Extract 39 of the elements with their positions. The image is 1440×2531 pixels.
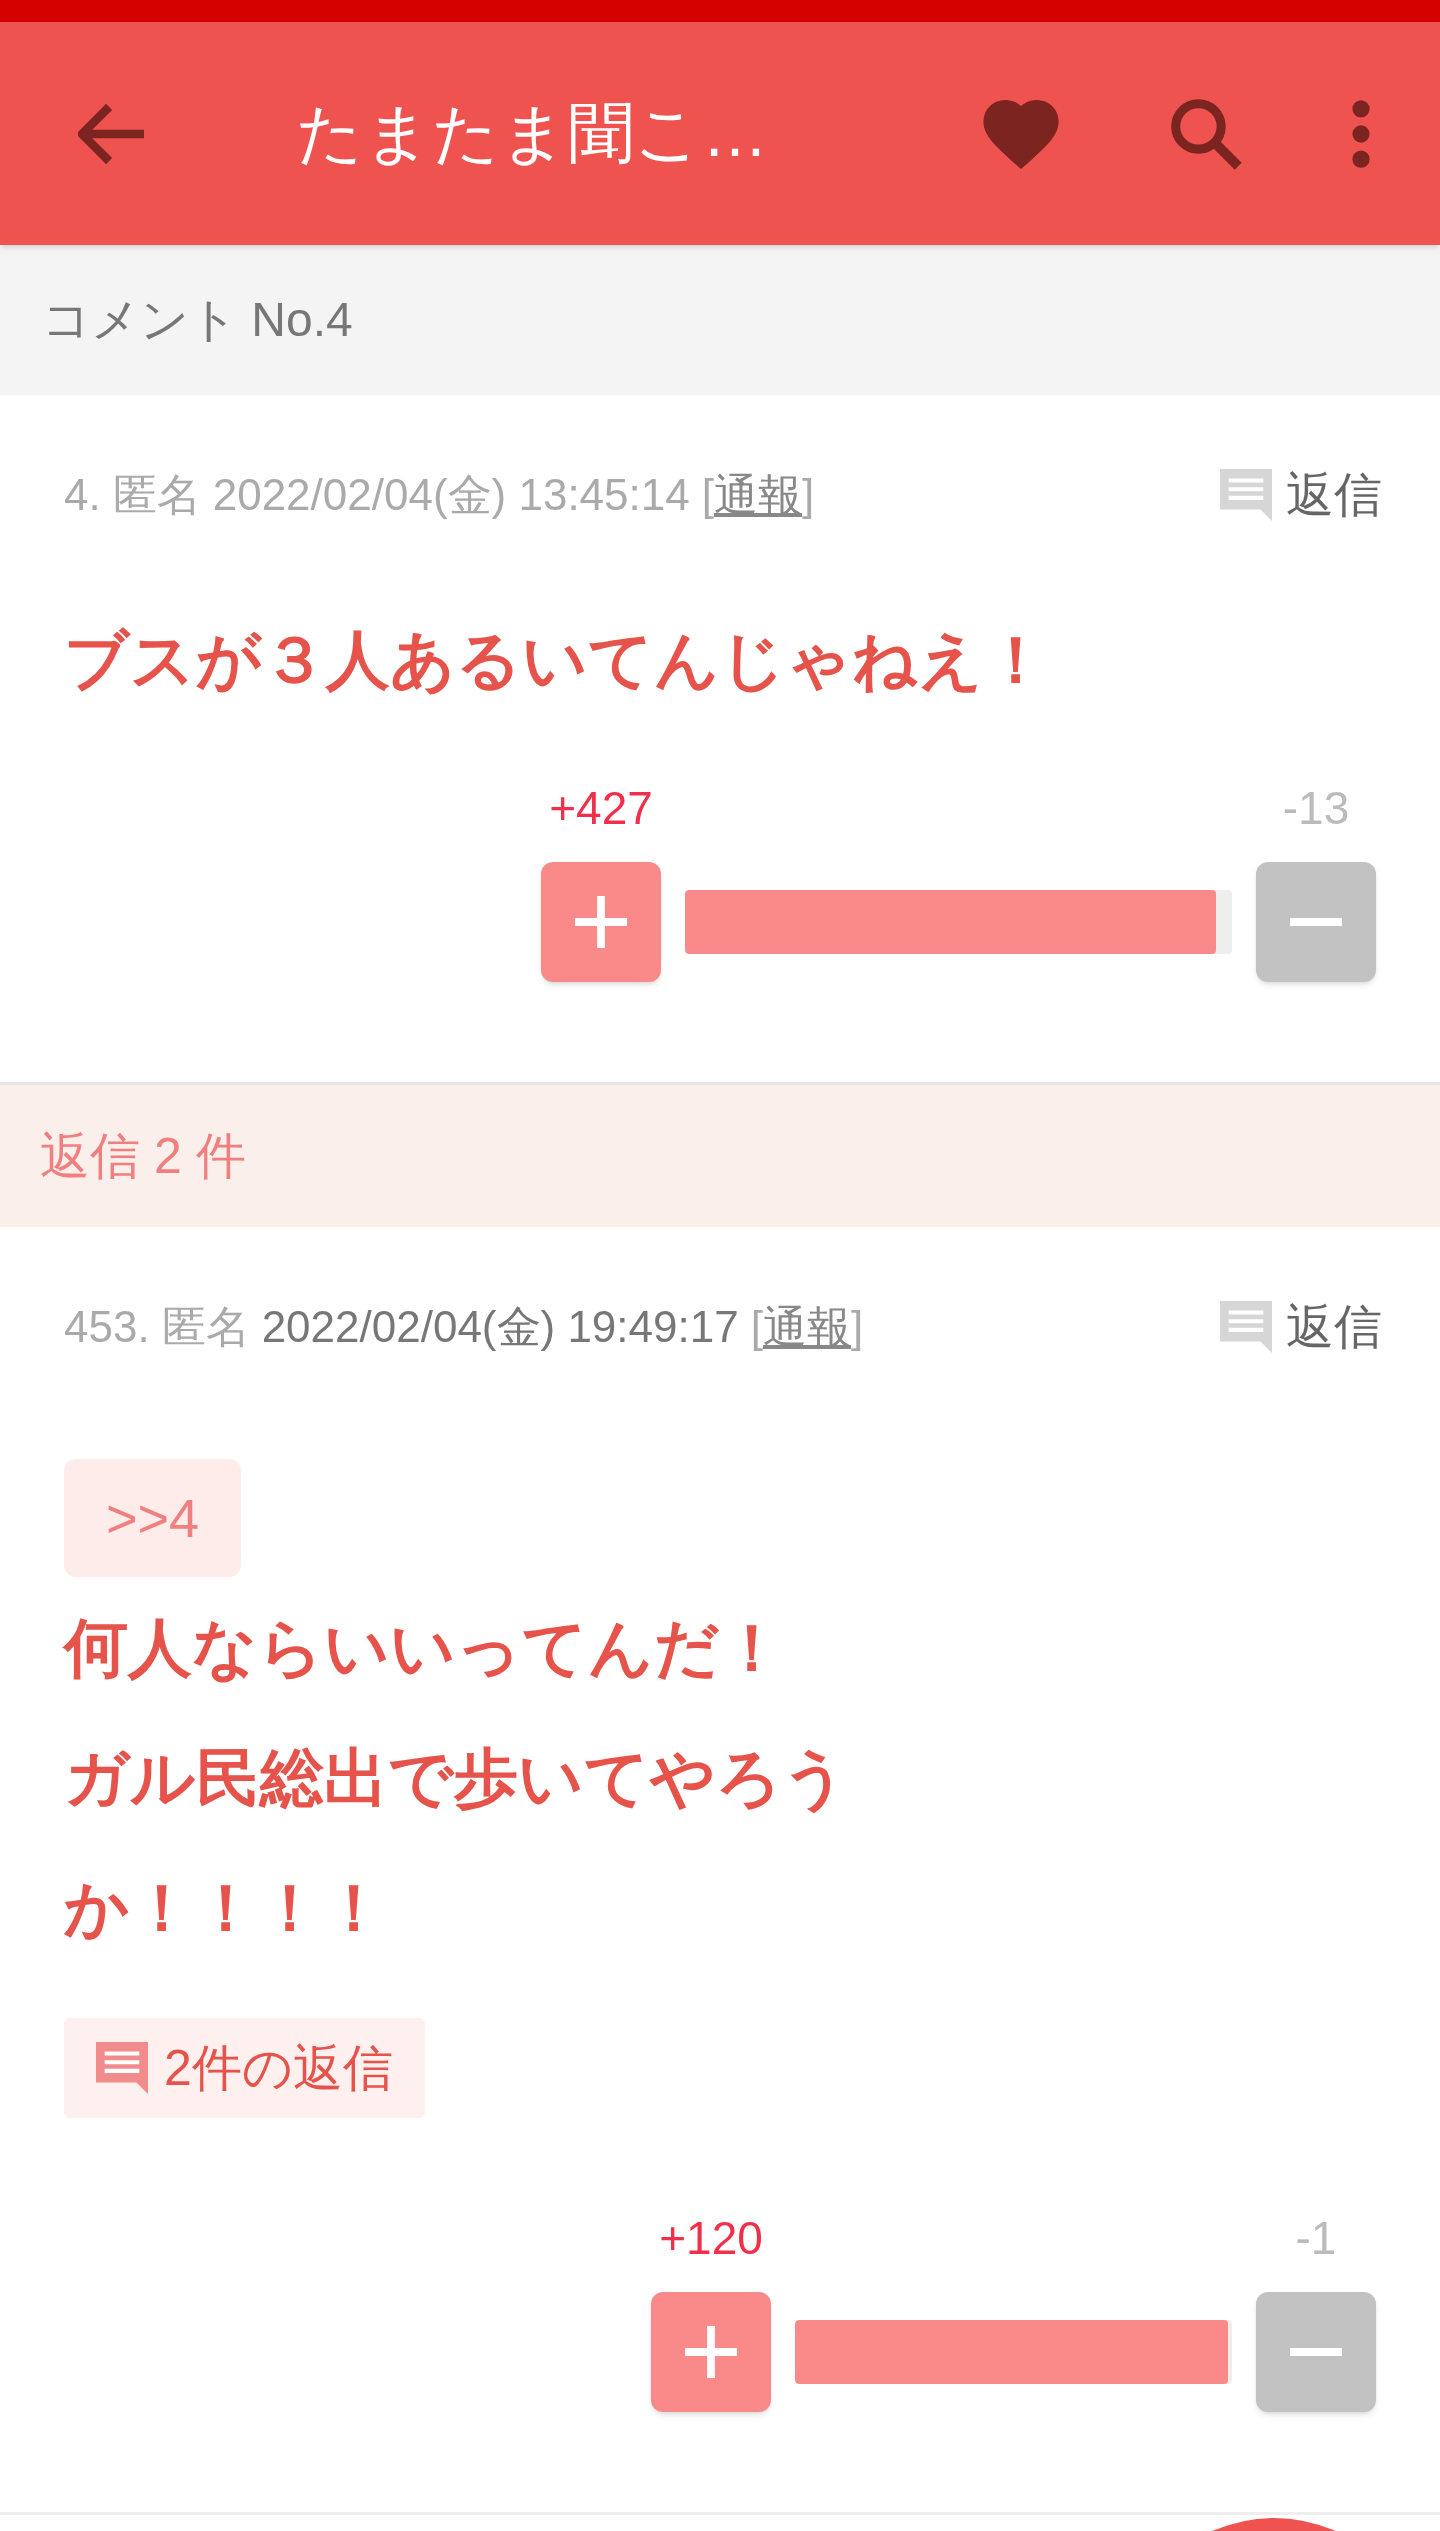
- reply-button[interactable]: 返信: [1220, 1291, 1382, 1363]
- minus-button[interactable]: [1256, 2292, 1376, 2412]
- more-icon: [1352, 98, 1370, 169]
- minus-icon: [1290, 2348, 1342, 2356]
- plus-icon: [685, 2326, 737, 2378]
- minus-count: -13: [1281, 781, 1351, 836]
- more-button[interactable]: [1352, 98, 1370, 169]
- page-title: たまたま聞こ…: [296, 95, 768, 172]
- anchor-link[interactable]: >>4: [64, 1459, 242, 1577]
- comment-date: 2022/02/04(金) 13:45:14: [212, 469, 690, 521]
- minus-button[interactable]: [1256, 862, 1376, 982]
- plus-count: +427: [548, 781, 654, 836]
- comment-icon: [1220, 469, 1272, 521]
- heart-icon: [982, 98, 1060, 169]
- minus-count: -1: [1294, 2211, 1338, 2266]
- comment-number: 453.: [64, 1301, 150, 1353]
- comment-text: 何人ならいいってんだ！ ガル民総出で歩いてやろうか！！！！: [64, 1611, 849, 1946]
- search-icon: [1170, 97, 1242, 170]
- comment-icon: [96, 2042, 148, 2094]
- report-link[interactable]: [通報]: [701, 462, 815, 528]
- comment-number: 4.: [64, 469, 101, 521]
- replies-link[interactable]: 2件の返信: [64, 2018, 425, 2118]
- plus-count: +120: [658, 2211, 764, 2266]
- plus-button[interactable]: [541, 862, 661, 982]
- author-name: 匿名: [112, 469, 201, 521]
- comment-date: 2022/02/04(金) 19:49:17: [261, 1301, 739, 1353]
- comment-text: ブスが３人あるいてんじゃねえ！: [64, 623, 1049, 698]
- plus-icon: [575, 896, 627, 948]
- search-button[interactable]: [1170, 97, 1242, 170]
- minus-icon: [1290, 918, 1342, 926]
- floating-button[interactable]: [1212, 2518, 1336, 2531]
- plus-button[interactable]: [651, 2292, 771, 2412]
- section-header: コメント No.4: [42, 292, 353, 348]
- comment-icon: [1220, 1301, 1272, 1353]
- reply-button[interactable]: 返信: [1220, 459, 1382, 531]
- replies-header: 返信 2 件: [40, 1126, 246, 1186]
- author-name: 匿名: [161, 1301, 250, 1353]
- report-link[interactable]: [通報]: [750, 1294, 864, 1360]
- favorite-button[interactable]: [982, 98, 1060, 169]
